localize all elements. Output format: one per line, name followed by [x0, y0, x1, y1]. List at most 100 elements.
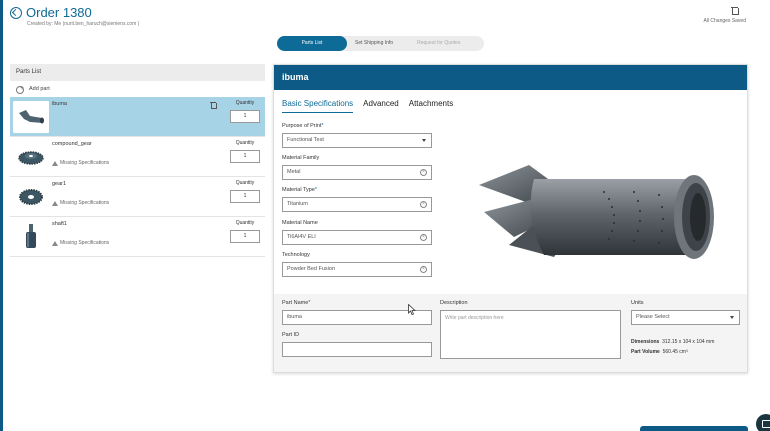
- purpose-select[interactable]: Functional Test: [282, 133, 432, 148]
- clear-icon[interactable]: ×: [420, 169, 427, 176]
- part-id-input[interactable]: [282, 342, 432, 357]
- description-label: Description: [440, 300, 468, 306]
- material-name-value: Ti6Al4V ELI: [287, 234, 316, 240]
- warning-icon: [52, 200, 58, 206]
- part-name: shaft1: [52, 221, 67, 227]
- quantity-label: Quantity: [235, 100, 255, 106]
- add-part-button[interactable]: Add part: [10, 81, 265, 97]
- warning-icon: [52, 240, 58, 246]
- technology-value: Powder Bed Fusion: [287, 266, 335, 272]
- step-request-quotes[interactable]: Request for Quotes: [411, 36, 466, 51]
- add-part-label: Add part: [29, 86, 50, 92]
- delete-part-icon[interactable]: [210, 101, 217, 109]
- spec-tabs: Basic Specifications Advanced Attachment…: [274, 99, 747, 113]
- chat-icon[interactable]: [756, 414, 770, 431]
- tab-attachments[interactable]: Attachments: [409, 99, 453, 113]
- part-id-field: Part ID: [282, 332, 432, 357]
- units-label: Units: [631, 300, 644, 306]
- left-accent-bar: [0, 0, 3, 431]
- material-type-field: Material Type* Titanium ×: [282, 187, 432, 212]
- dimensions-value: 312.15 x 104 x 104 mm: [662, 339, 715, 345]
- material-family-select[interactable]: Metal ×: [282, 165, 432, 180]
- step-shipping-info[interactable]: Set Shipping Info: [349, 36, 399, 51]
- volume-row: Part Volume 560.45 cm³: [631, 349, 740, 355]
- part-thumbnail-gear1: [13, 181, 49, 213]
- trash-icon[interactable]: [731, 6, 739, 15]
- save-status-area: All Changes Saved: [703, 6, 746, 24]
- purpose-label: Purpose of Print: [282, 123, 322, 129]
- part-3d-preview[interactable]: [474, 157, 724, 277]
- material-family-label: Material Family: [282, 155, 320, 161]
- material-family-value: Metal: [287, 169, 301, 175]
- missing-specs-warning: Missing Specifications: [52, 240, 225, 246]
- part-detail-card: ibuma Basic Specifications Advanced Atta…: [273, 64, 748, 373]
- back-arrow-icon[interactable]: [10, 6, 22, 19]
- quantity-input[interactable]: 1: [230, 110, 260, 123]
- technology-select[interactable]: Powder Bed Fusion ×: [282, 262, 432, 277]
- volume-value: 560.45 cm³: [662, 349, 688, 355]
- required-marker: *: [308, 300, 311, 306]
- material-name-field: Material Name Ti6Al4V ELI ×: [282, 220, 432, 245]
- quantity-input[interactable]: 1: [230, 150, 260, 163]
- technology-field: Technology Powder Bed Fusion ×: [282, 252, 432, 277]
- material-name-label: Material Name: [282, 220, 318, 226]
- warning-icon: [52, 160, 58, 166]
- required-marker: *: [314, 187, 318, 193]
- units-select[interactable]: Please Select: [631, 310, 740, 325]
- part-thumbnail-ibuma: [13, 101, 49, 133]
- save-status: All Changes Saved: [703, 18, 746, 24]
- material-name-select[interactable]: Ti6Al4V ELI ×: [282, 230, 432, 245]
- chevron-down-icon: [730, 316, 734, 319]
- part-name-label: Part Name: [282, 300, 309, 306]
- chevron-down-icon: [422, 139, 426, 142]
- material-type-value: Titanium: [287, 201, 308, 207]
- quantity-input[interactable]: 1: [230, 230, 260, 243]
- part-detail-title: ibuma: [274, 65, 747, 90]
- step-parts-list[interactable]: Parts List: [277, 36, 347, 51]
- clear-icon[interactable]: ×: [420, 266, 427, 273]
- next-step-button[interactable]: [640, 426, 748, 431]
- clear-icon[interactable]: ×: [420, 234, 427, 241]
- clear-icon[interactable]: ×: [420, 201, 427, 208]
- quantity-input[interactable]: 1: [230, 190, 260, 203]
- purpose-value: Functional Test: [287, 137, 324, 143]
- warning-text: Missing Specifications: [60, 240, 110, 246]
- description-field: Description Write part description here: [440, 300, 621, 359]
- part-info-section: Part Name* ibuma Part ID Description Wri…: [274, 294, 747, 372]
- part-thumbnail-shaft1: [13, 221, 49, 253]
- part-row-shaft1[interactable]: shaft1 Missing Specifications Quantity 1: [10, 217, 265, 257]
- quantity-label: Quantity: [235, 140, 255, 146]
- material-family-field: Material Family Metal ×: [282, 155, 432, 180]
- missing-specs-warning: Missing Specifications: [52, 200, 225, 206]
- parts-list-panel: Parts List Add part ibuma Quantity 1: [10, 64, 265, 261]
- tab-advanced[interactable]: Advanced: [363, 99, 399, 113]
- part-row-compound-gear[interactable]: compound_gear Missing Specifications Qua…: [10, 137, 265, 177]
- dimensions-label: Dimensions: [631, 339, 660, 345]
- parts-list-title: Parts List: [10, 64, 265, 81]
- part-name: ibuma: [52, 101, 67, 107]
- part-name: compound_gear: [52, 141, 92, 147]
- volume-label: Part Volume: [631, 349, 660, 355]
- dimensions-row: Dimensions 312.15 x 104 x 104 mm: [631, 339, 740, 345]
- units-field: Units Please Select Dimensions 312.15 x …: [631, 300, 740, 355]
- order-stepper: Parts List Set Shipping Info Request for…: [277, 36, 484, 51]
- tab-basic-specifications[interactable]: Basic Specifications: [282, 99, 354, 113]
- part-thumbnail-compound-gear: [13, 141, 49, 173]
- mouse-cursor-icon: [408, 304, 416, 315]
- part-id-label: Part ID: [282, 332, 300, 338]
- technology-label: Technology: [282, 252, 310, 258]
- page-header: Order 1380 Created by: Me (nurit.ben_har…: [10, 5, 139, 27]
- part-name: gear1: [52, 181, 67, 187]
- part-row-ibuma[interactable]: ibuma Quantity 1: [10, 97, 265, 137]
- created-by-text: Created by: Me (nurit.ben_haruch@siemens…: [27, 21, 140, 27]
- part-row-gear1[interactable]: gear1 Missing Specifications Quantity 1: [10, 177, 265, 217]
- material-type-select[interactable]: Titanium ×: [282, 197, 432, 212]
- material-type-label: Material Type: [282, 187, 315, 193]
- quantity-label: Quantity: [235, 220, 255, 226]
- missing-specs-warning: Missing Specifications: [52, 160, 225, 166]
- description-textarea[interactable]: Write part description here: [440, 310, 621, 359]
- units-value: Please Select: [636, 314, 670, 320]
- warning-text: Missing Specifications: [60, 160, 110, 166]
- add-part-icon: [16, 85, 25, 94]
- quantity-label: Quantity: [235, 180, 255, 186]
